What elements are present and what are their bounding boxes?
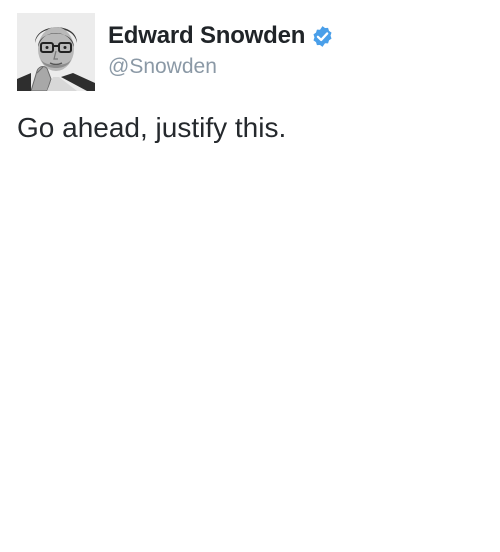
- display-name[interactable]: Edward Snowden: [108, 22, 305, 50]
- name-row: Edward Snowden: [108, 20, 480, 52]
- verified-badge-icon: [313, 25, 332, 47]
- avatar[interactable]: [17, 13, 95, 91]
- tweet-text: Go ahead, justify this.: [17, 112, 287, 143]
- profile-photo-icon: [17, 13, 95, 91]
- tweet-header: Edward Snowden @Snowden: [108, 20, 480, 79]
- user-handle[interactable]: @Snowden: [108, 55, 480, 79]
- tweet-card: Edward Snowden @Snowden Go ahead, justif…: [0, 0, 500, 552]
